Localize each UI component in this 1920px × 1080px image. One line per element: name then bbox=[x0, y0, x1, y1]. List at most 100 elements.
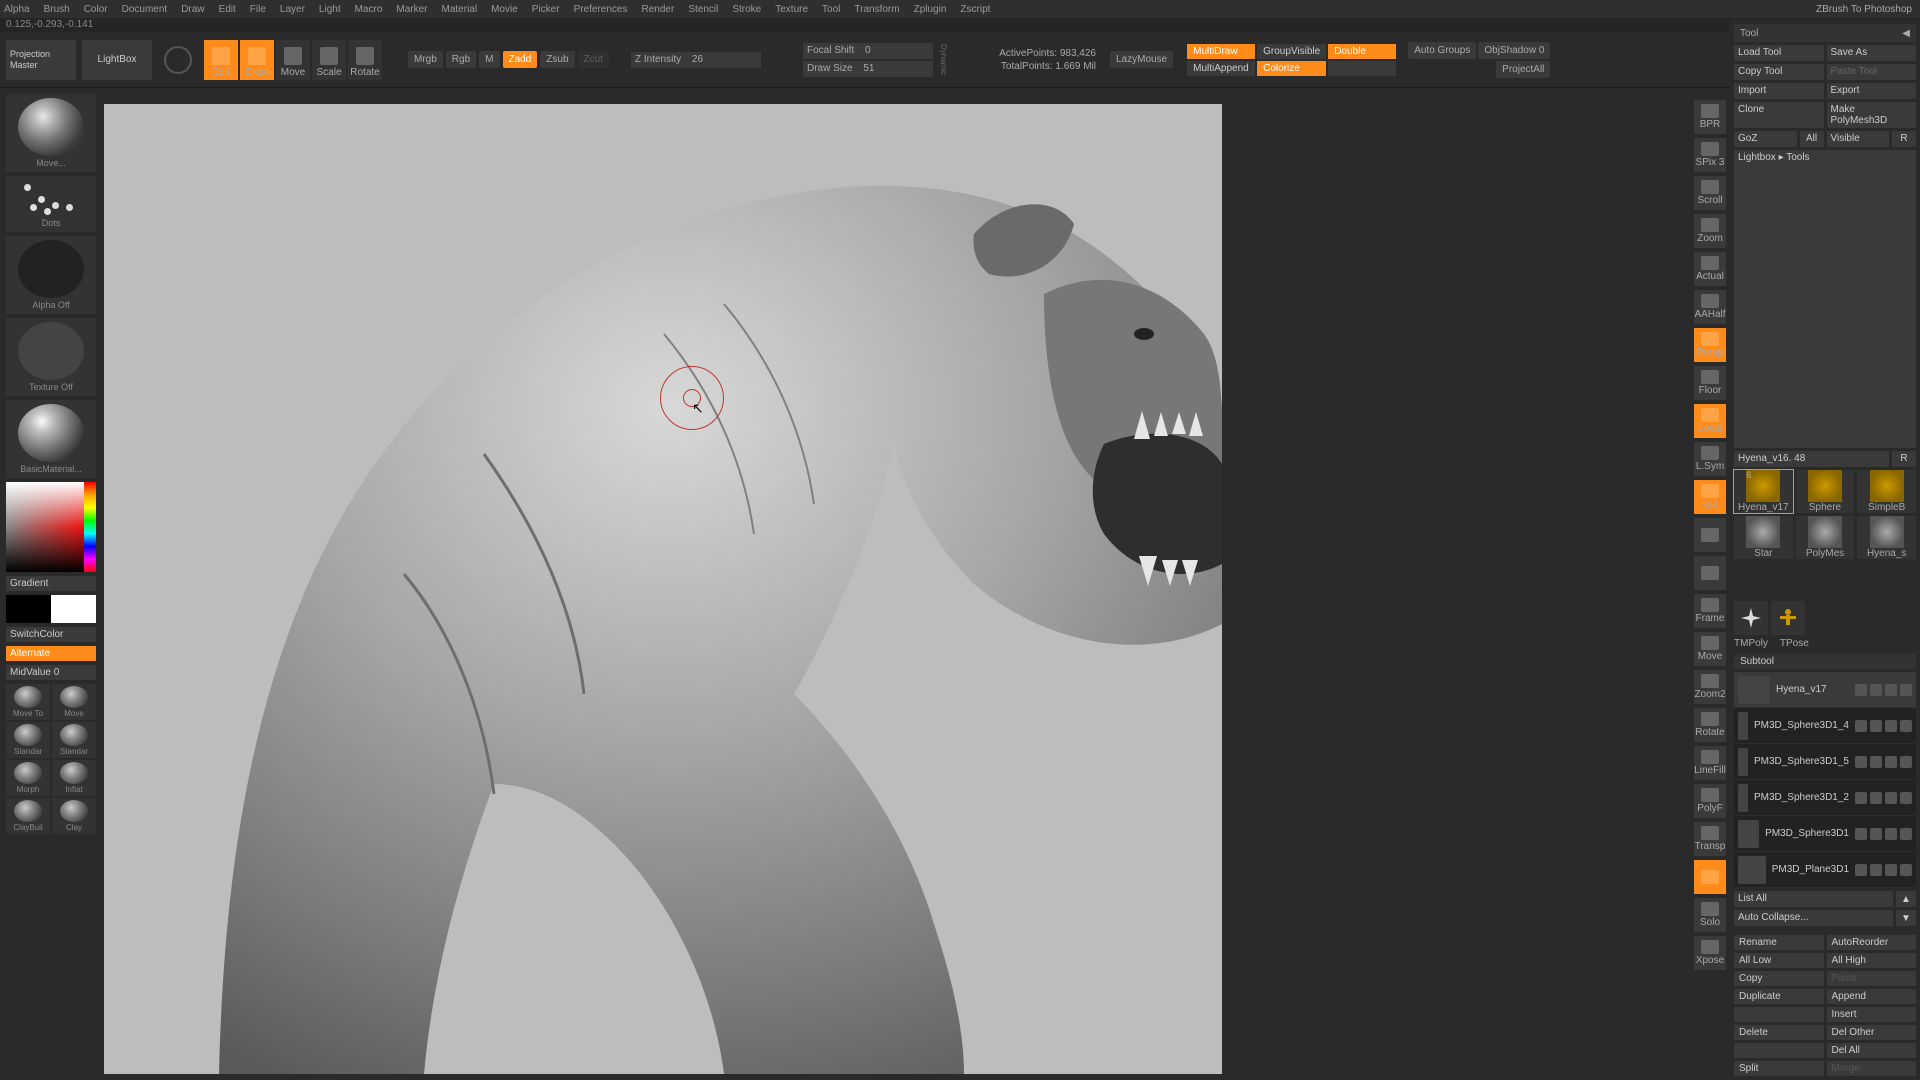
groupvisible-button[interactable]: GroupVisible bbox=[1257, 44, 1326, 59]
dock-floor[interactable]: Floor bbox=[1694, 366, 1726, 400]
menu-macro[interactable]: Macro bbox=[355, 4, 383, 15]
tpose-icon[interactable] bbox=[1771, 601, 1805, 635]
brush-standar[interactable]: Standar bbox=[52, 722, 96, 758]
multiappend-button[interactable]: MultiAppend bbox=[1187, 61, 1255, 76]
menu-tool[interactable]: Tool bbox=[822, 4, 840, 15]
dock-transp[interactable]: Transp bbox=[1694, 822, 1726, 856]
import-button[interactable]: Import bbox=[1734, 83, 1824, 99]
tool-panel-header[interactable]: Tool ◀ bbox=[1734, 24, 1916, 42]
move-mode-button[interactable]: Move bbox=[276, 40, 310, 80]
duplicate-button[interactable]: Duplicate bbox=[1734, 989, 1824, 1004]
copy-tool-button[interactable]: Copy Tool bbox=[1734, 64, 1824, 80]
zintensity-slider[interactable]: Z Intensity 26 bbox=[631, 52, 761, 68]
menu-light[interactable]: Light bbox=[319, 4, 341, 15]
menu-render[interactable]: Render bbox=[642, 4, 675, 15]
alternate-button[interactable]: Alternate bbox=[6, 646, 96, 661]
draw-mode-button[interactable]: Draw bbox=[240, 40, 274, 80]
dock-linefill[interactable]: LineFill bbox=[1694, 746, 1726, 780]
brush-claybuil[interactable]: ClayBuil bbox=[6, 798, 50, 834]
clone-button[interactable]: Clone bbox=[1734, 102, 1824, 128]
menu-movie[interactable]: Movie bbox=[491, 4, 518, 15]
subtool-copy-button[interactable]: Copy bbox=[1734, 971, 1824, 986]
dock-persp[interactable]: Persp bbox=[1694, 328, 1726, 362]
rename-button[interactable]: Rename bbox=[1734, 935, 1824, 950]
dock-frame[interactable]: Frame bbox=[1694, 594, 1726, 628]
midvalue-button[interactable]: MidValue 0 bbox=[6, 665, 96, 680]
brush-morph[interactable]: Morph bbox=[6, 760, 50, 796]
brush-inflat[interactable]: Inflat bbox=[52, 760, 96, 796]
goz-button[interactable]: GoZ bbox=[1734, 131, 1797, 147]
dock-solo[interactable]: Solo bbox=[1694, 898, 1726, 932]
menu-picker[interactable]: Picker bbox=[532, 4, 560, 15]
brush-slot[interactable]: Move... bbox=[6, 94, 96, 172]
swatch-black[interactable] bbox=[6, 595, 51, 623]
menu-stencil[interactable]: Stencil bbox=[688, 4, 718, 15]
brush-standar[interactable]: Standar bbox=[6, 722, 50, 758]
subtool-pm3d_plane3d1[interactable]: PM3D_Plane3D1 bbox=[1734, 852, 1916, 888]
make-polymesh-button[interactable]: Make PolyMesh3D bbox=[1827, 102, 1917, 128]
load-tool-button[interactable]: Load Tool bbox=[1734, 45, 1824, 61]
tool-thumb-star[interactable]: Star bbox=[1734, 516, 1793, 559]
projectall-button[interactable]: ProjectAll bbox=[1496, 61, 1550, 78]
alllow-button[interactable]: All Low bbox=[1734, 953, 1824, 968]
delall-button[interactable]: Del All bbox=[1827, 1043, 1917, 1058]
menu-material[interactable]: Material bbox=[442, 4, 478, 15]
collapse-icon[interactable]: ◀ bbox=[1902, 28, 1910, 39]
dock-btn[interactable] bbox=[1694, 556, 1726, 590]
swatch-pair[interactable] bbox=[6, 595, 96, 623]
autocollapse-button[interactable]: Auto Collapse... bbox=[1734, 910, 1893, 926]
main-menubar[interactable]: AlphaBrushColorDocumentDrawEditFileLayer… bbox=[0, 0, 1920, 18]
zcut-button[interactable]: Zcut bbox=[578, 51, 609, 68]
move-down-button[interactable]: ▼ bbox=[1896, 910, 1916, 926]
tool-r-button[interactable]: R bbox=[1892, 451, 1916, 467]
lightbox-tools-button[interactable]: Lightbox ▸ Tools bbox=[1734, 150, 1916, 448]
color-picker[interactable] bbox=[6, 482, 96, 572]
multidraw-button[interactable]: MultiDraw bbox=[1187, 44, 1255, 59]
dock-zoom2[interactable]: Zoom2 bbox=[1694, 670, 1726, 704]
goz-all-button[interactable]: All bbox=[1800, 131, 1824, 147]
autogroups-button[interactable]: Auto Groups bbox=[1408, 42, 1476, 59]
move-up-button[interactable]: ▲ bbox=[1896, 891, 1916, 907]
goz-visible-button[interactable]: Visible bbox=[1827, 131, 1890, 147]
subtool-paste-button[interactable]: Paste bbox=[1827, 971, 1917, 986]
mrgb-button[interactable]: Mrgb bbox=[408, 51, 443, 68]
allhigh-button[interactable]: All High bbox=[1827, 953, 1917, 968]
dock-xpose[interactable]: Xpose bbox=[1694, 936, 1726, 970]
dock-spix 3[interactable]: SPix 3 bbox=[1694, 138, 1726, 172]
tmpose-icon[interactable] bbox=[1734, 601, 1768, 635]
save-as-button[interactable]: Save As bbox=[1827, 45, 1917, 61]
subtool-pm3d_sphere3d1[interactable]: PM3D_Sphere3D1 bbox=[1734, 816, 1916, 852]
tool-thumb-sphere[interactable]: Sphere bbox=[1796, 470, 1855, 513]
texture-slot[interactable]: Texture Off bbox=[6, 318, 96, 396]
listall-button[interactable]: List All bbox=[1734, 891, 1893, 907]
split-button[interactable]: Split bbox=[1734, 1061, 1824, 1076]
menu-brush[interactable]: Brush bbox=[44, 4, 70, 15]
dock-move[interactable]: Move bbox=[1694, 632, 1726, 666]
menu-alpha[interactable]: Alpha bbox=[4, 4, 30, 15]
zsub-button[interactable]: Zsub bbox=[540, 51, 574, 68]
paste-tool-button[interactable]: Paste Tool bbox=[1827, 64, 1917, 80]
append-button[interactable]: Append bbox=[1827, 989, 1917, 1004]
dock-l.sym[interactable]: L.Sym bbox=[1694, 442, 1726, 476]
material-slot[interactable]: BasicMaterial... bbox=[6, 400, 96, 478]
focalshift-slider[interactable]: Focal Shift 0 bbox=[803, 43, 933, 59]
delete-button[interactable]: Delete bbox=[1734, 1025, 1824, 1040]
scale-mode-button[interactable]: Scale bbox=[312, 40, 346, 80]
zadd-button[interactable]: Zadd bbox=[503, 51, 538, 68]
menu-draw[interactable]: Draw bbox=[181, 4, 204, 15]
edit-mode-button[interactable]: Edit bbox=[204, 40, 238, 80]
tool-thumb-hyena_v17[interactable]: 6Hyena_v17 bbox=[1734, 470, 1793, 513]
delother-button[interactable]: Del Other bbox=[1827, 1025, 1917, 1040]
subtool-hyena_v17[interactable]: Hyena_v17 bbox=[1734, 672, 1916, 708]
stroke-slot[interactable]: Dots bbox=[6, 176, 96, 232]
menu-color[interactable]: Color bbox=[84, 4, 108, 15]
tool-thumb-simpleb[interactable]: SimpleB bbox=[1857, 470, 1916, 513]
menu-transform[interactable]: Transform bbox=[854, 4, 899, 15]
insert-button[interactable]: Insert bbox=[1827, 1007, 1917, 1022]
menu-document[interactable]: Document bbox=[122, 4, 168, 15]
dock-bpr[interactable]: BPR bbox=[1694, 100, 1726, 134]
dock-aahalf[interactable]: AAHalf bbox=[1694, 290, 1726, 324]
dock-polyf[interactable]: PolyF bbox=[1694, 784, 1726, 818]
menu-texture[interactable]: Texture bbox=[775, 4, 808, 15]
dock-local[interactable]: Local bbox=[1694, 404, 1726, 438]
